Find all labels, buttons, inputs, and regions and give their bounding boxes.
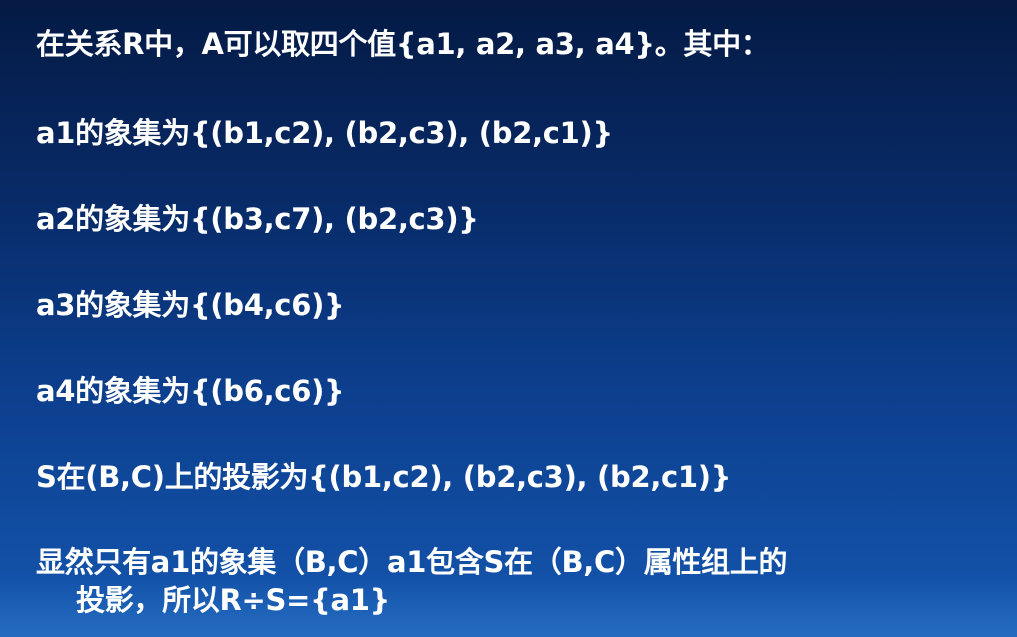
image-set-a1: a1的象集为{(b1,c2), (b2,c3), (b2,c1)} [36, 116, 613, 150]
intro-line: 在关系R中，A可以取四个值{a1, a2, a3, a4}。其中： [36, 27, 770, 61]
image-set-a4: a4的象集为{(b6,c6)} [36, 374, 345, 408]
conclusion-line: 显然只有a1的象集（B,C）a1包含S在（B,C）属性组上的 [36, 545, 788, 579]
image-set-a2: a2的象集为{(b3,c7), (b2,c3)} [36, 202, 479, 236]
image-set-a3: a3的象集为{(b4,c6)} [36, 288, 345, 322]
conclusion-line-continued: 投影，所以R÷S={a1} [76, 583, 390, 617]
projection-line: S在(B,C)上的投影为{(b1,c2), (b2,c3), (b2,c1)} [36, 460, 732, 494]
